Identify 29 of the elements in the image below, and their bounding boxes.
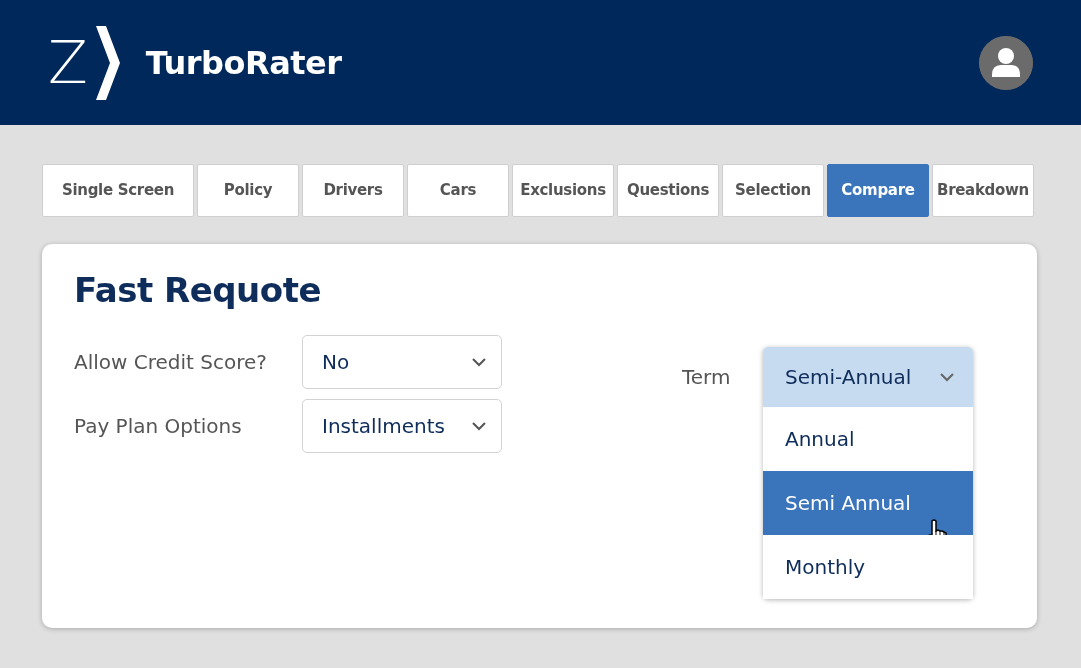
dropdown-option[interactable]: Semi Annual	[763, 471, 973, 535]
app-title: TurboRater	[145, 42, 342, 84]
user-avatar-icon[interactable]	[979, 35, 1033, 90]
tab[interactable]: Drivers	[302, 164, 404, 217]
field-label: Pay Plan Options	[74, 413, 243, 441]
select-field[interactable]: Semi-Annual	[763, 347, 973, 407]
chevron-icon	[93, 25, 120, 100]
tab[interactable]: Questions	[617, 164, 719, 217]
tab[interactable]: Compare	[827, 164, 929, 217]
dropdown-option[interactable]: Annual	[763, 407, 973, 471]
chevron-down-icon	[471, 357, 487, 368]
tab[interactable]: Exclusions	[512, 164, 614, 217]
select-value: Semi-Annual	[785, 364, 912, 391]
chevron-down-icon	[471, 421, 487, 432]
tab[interactable]: Breakdown	[932, 164, 1034, 217]
chevron-down-icon	[939, 372, 955, 382]
field-label: Term	[682, 364, 731, 391]
select-value: No	[322, 349, 350, 377]
field-label: Allow Credit Score?	[74, 349, 268, 377]
dropdown-option[interactable]: Monthly	[763, 535, 973, 599]
tab[interactable]: Selection	[722, 164, 824, 217]
tab[interactable]: Cars	[407, 164, 509, 217]
logo-letter: Z	[48, 33, 88, 92]
select-value: Installments	[322, 413, 445, 441]
tab[interactable]: Policy	[197, 164, 299, 217]
panel-title: Fast Requote	[74, 272, 322, 310]
select-field[interactable]: No	[302, 335, 502, 390]
tab[interactable]: Single Screen	[42, 164, 194, 217]
select-field[interactable]: Installments	[302, 399, 502, 454]
